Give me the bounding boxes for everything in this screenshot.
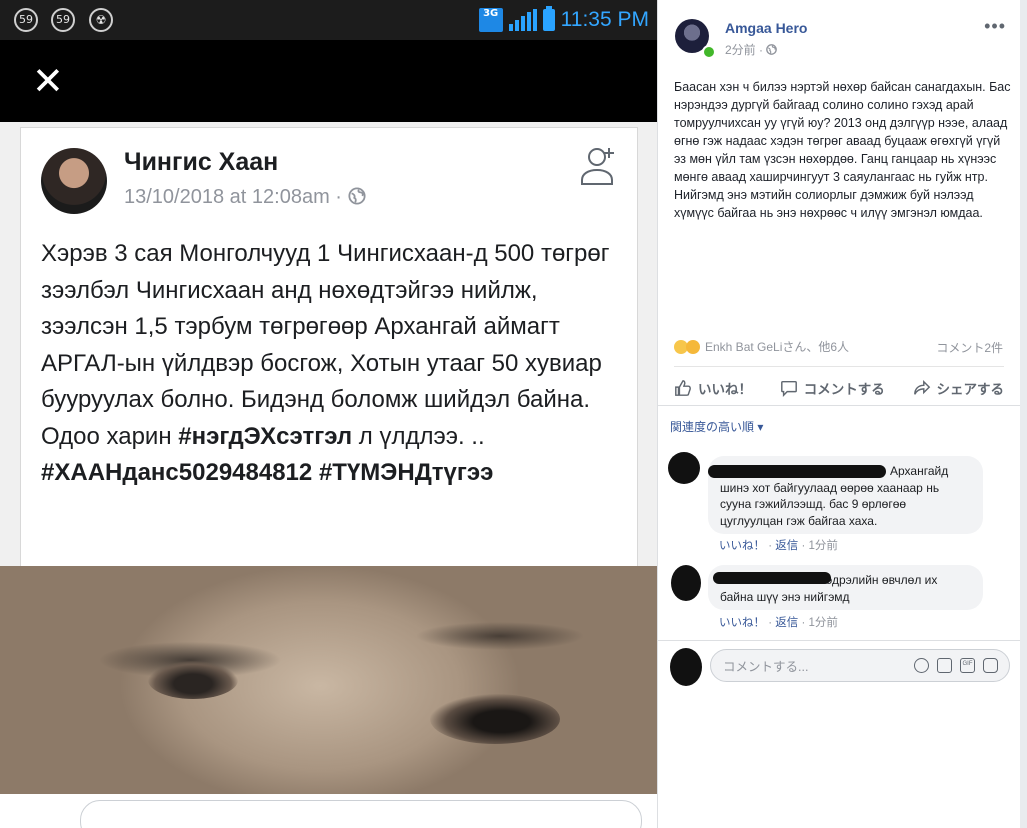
comment-bar [0, 794, 657, 828]
comment-time[interactable]: 1分前 [808, 540, 837, 552]
post-actions: いいね！ コメントする シェアする [674, 366, 1004, 403]
hashtag-link[interactable]: #ТҮМЭНДтүгээ [319, 459, 493, 486]
add-friend-icon[interactable] [579, 144, 621, 186]
comment-like-link[interactable]: いいね！ [719, 617, 765, 629]
hashtag-link[interactable]: #ХААНданс5029484812 [41, 459, 312, 486]
notification-badge: 59 [51, 8, 75, 32]
avatar [41, 148, 107, 214]
comment-time[interactable]: 1分前 [808, 617, 837, 629]
comment-meta: いいね！ · 返信 · 1分前 [719, 617, 838, 629]
reaction-summary[interactable]: Enkh Bat GeLiさん、他6人 [674, 338, 849, 355]
redacted-name [708, 465, 886, 478]
close-icon[interactable]: ✕ [32, 62, 64, 100]
sticker-icon[interactable] [983, 658, 998, 673]
thumbs-up-icon [675, 380, 691, 396]
comment-input[interactable] [721, 650, 905, 683]
page-gutter [1020, 0, 1027, 828]
my-avatar [670, 648, 702, 686]
share-icon [913, 379, 930, 395]
post-timestamp[interactable]: 2分前 · [725, 41, 778, 58]
comment-reply-link[interactable]: 返信 [775, 617, 798, 629]
globe-icon [766, 44, 778, 55]
globe-icon [347, 187, 366, 205]
shared-post-card: Чингис Хаан 13/10/2018 at 12:08am · Хэрэ… [20, 127, 638, 567]
comment-button[interactable]: コメントする [780, 372, 885, 398]
more-options-icon[interactable]: ••• [984, 16, 1006, 37]
battery-icon [542, 6, 555, 31]
redacted-name [713, 572, 831, 584]
comment-sort-dropdown[interactable]: 関連度の高い順 ▾ [670, 418, 763, 435]
gif-icon[interactable]: GIF [960, 658, 975, 673]
post-author-link[interactable]: Amgaa Hero [725, 20, 807, 36]
camera-icon[interactable] [937, 658, 952, 673]
comment-count[interactable]: コメント2件 [936, 339, 1003, 356]
share-button[interactable]: シェアする [913, 372, 1004, 398]
write-comment-field[interactable] [80, 800, 642, 828]
status-time: 11:35 PM [560, 8, 649, 31]
commenter-avatar[interactable] [668, 452, 700, 484]
like-button[interactable]: いいね！ [674, 372, 752, 398]
comment-like-link[interactable]: いいね！ [719, 540, 765, 552]
app-notification-icon: ☢ [89, 8, 113, 32]
divider [658, 405, 1021, 406]
post-date: 13/10/2018 at 12:08am · [124, 186, 366, 209]
facebook-post-panel: Amgaa Hero 2分前 · ••• Баасан хэн ч билээ … [657, 0, 1021, 828]
post-author: Чингис Хаан [124, 148, 279, 176]
emoji-icon[interactable] [914, 658, 929, 673]
divider [658, 640, 1021, 641]
network-3g-icon: 3G [478, 8, 503, 32]
comment-meta: いいね！ · 返信 · 1分前 [719, 540, 838, 552]
post-text: Баасан хэн ч билээ нэртэй нөхөр байсан с… [674, 80, 1011, 220]
notification-badge: 59 [14, 8, 38, 32]
comment-reply-link[interactable]: 返信 [775, 540, 798, 552]
commenter-avatar[interactable] [671, 565, 701, 601]
hashtag-link[interactable]: #нэгдЭХсэтгэл [178, 423, 352, 450]
viewer-top-bar: ✕ [0, 40, 657, 122]
comment-icon [780, 380, 797, 397]
status-bar: 59 59 ☢ 3G 11:35 PM [0, 0, 657, 40]
comment-composer[interactable]: GIF [710, 649, 1010, 683]
sad-emoji-icon [686, 339, 700, 354]
online-status-dot [702, 45, 716, 59]
post-text: Хэрэв 3 сая Монголчууд 1 Чингисхаан-д 50… [41, 240, 610, 486]
phone-screenshot: 59 59 ☢ 3G 11:35 PM ✕ Чингис Хаан 13/10/… [0, 0, 657, 828]
face-photo [0, 566, 657, 794]
signal-icon [508, 9, 537, 31]
